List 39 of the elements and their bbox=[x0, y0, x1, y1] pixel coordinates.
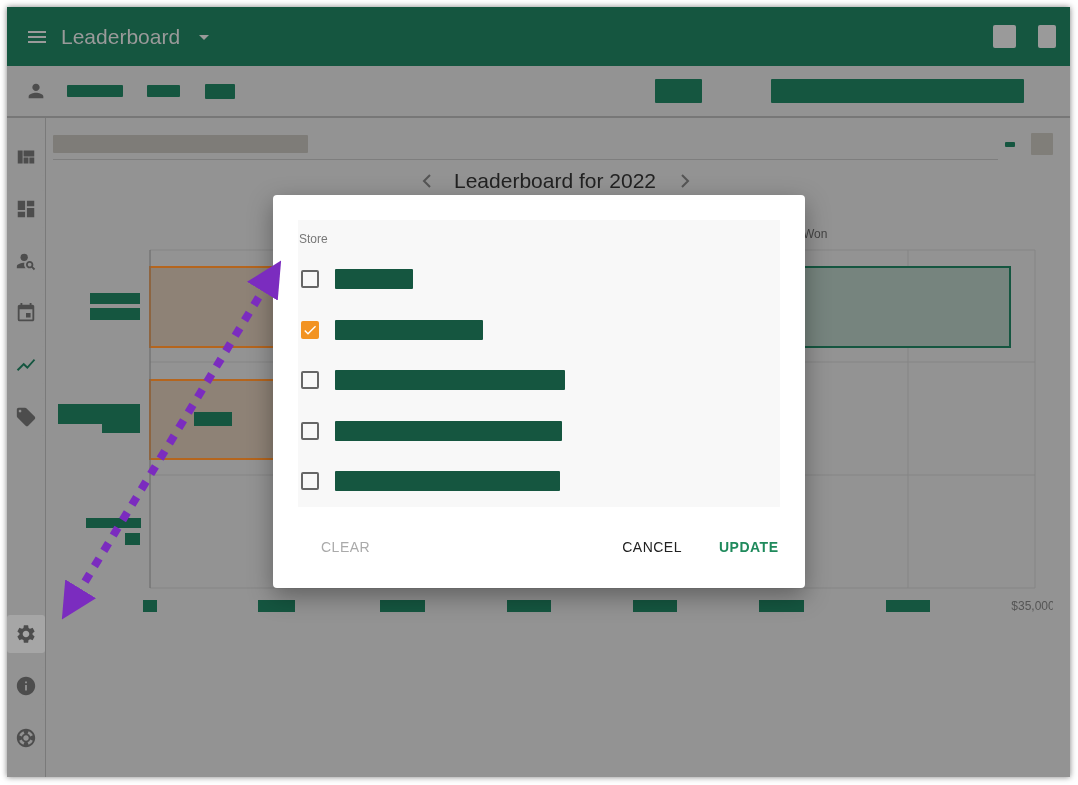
checkbox[interactable] bbox=[301, 472, 319, 491]
dashboard-icon bbox=[15, 198, 37, 220]
redacted-block bbox=[125, 533, 140, 545]
checkbox[interactable] bbox=[301, 270, 319, 289]
redacted-block bbox=[147, 85, 180, 97]
info-icon bbox=[15, 675, 37, 697]
redacted-block bbox=[86, 518, 141, 528]
checkbox[interactable] bbox=[301, 320, 319, 339]
dialog-button[interactable]: CANCEL bbox=[614, 531, 690, 564]
redacted-block bbox=[90, 308, 140, 320]
calendar-icon bbox=[15, 302, 37, 324]
previous-icon[interactable] bbox=[422, 174, 431, 188]
redacted-block bbox=[380, 600, 425, 612]
redacted-block bbox=[1038, 25, 1056, 48]
redacted-block bbox=[67, 85, 123, 97]
redacted-block bbox=[633, 600, 677, 612]
redacted-block bbox=[507, 600, 551, 612]
redacted-block bbox=[655, 79, 702, 103]
checkbox[interactable] bbox=[301, 421, 319, 440]
checkbox[interactable] bbox=[301, 371, 319, 390]
redacted-block bbox=[759, 600, 804, 612]
redacted-block bbox=[194, 412, 232, 426]
redacted-block bbox=[1005, 141, 1015, 147]
lifebuoy-icon bbox=[15, 727, 37, 749]
next-icon[interactable] bbox=[681, 174, 690, 188]
chart-title: Leaderboard for 2022 bbox=[454, 169, 656, 192]
redacted-block bbox=[205, 83, 235, 99]
tag-icon bbox=[15, 406, 37, 428]
redacted-block bbox=[90, 293, 140, 304]
settings-icon bbox=[15, 623, 37, 645]
redacted-block bbox=[1031, 133, 1053, 155]
redacted-block bbox=[143, 600, 157, 612]
redacted-block bbox=[258, 600, 295, 612]
field-label: Store bbox=[298, 232, 329, 246]
page-title: Leaderboard bbox=[61, 24, 181, 49]
settings-button[interactable] bbox=[7, 615, 45, 653]
redacted-block bbox=[886, 600, 930, 612]
redacted-block bbox=[993, 25, 1016, 48]
dialog-button[interactable]: UPDATE bbox=[711, 531, 787, 564]
